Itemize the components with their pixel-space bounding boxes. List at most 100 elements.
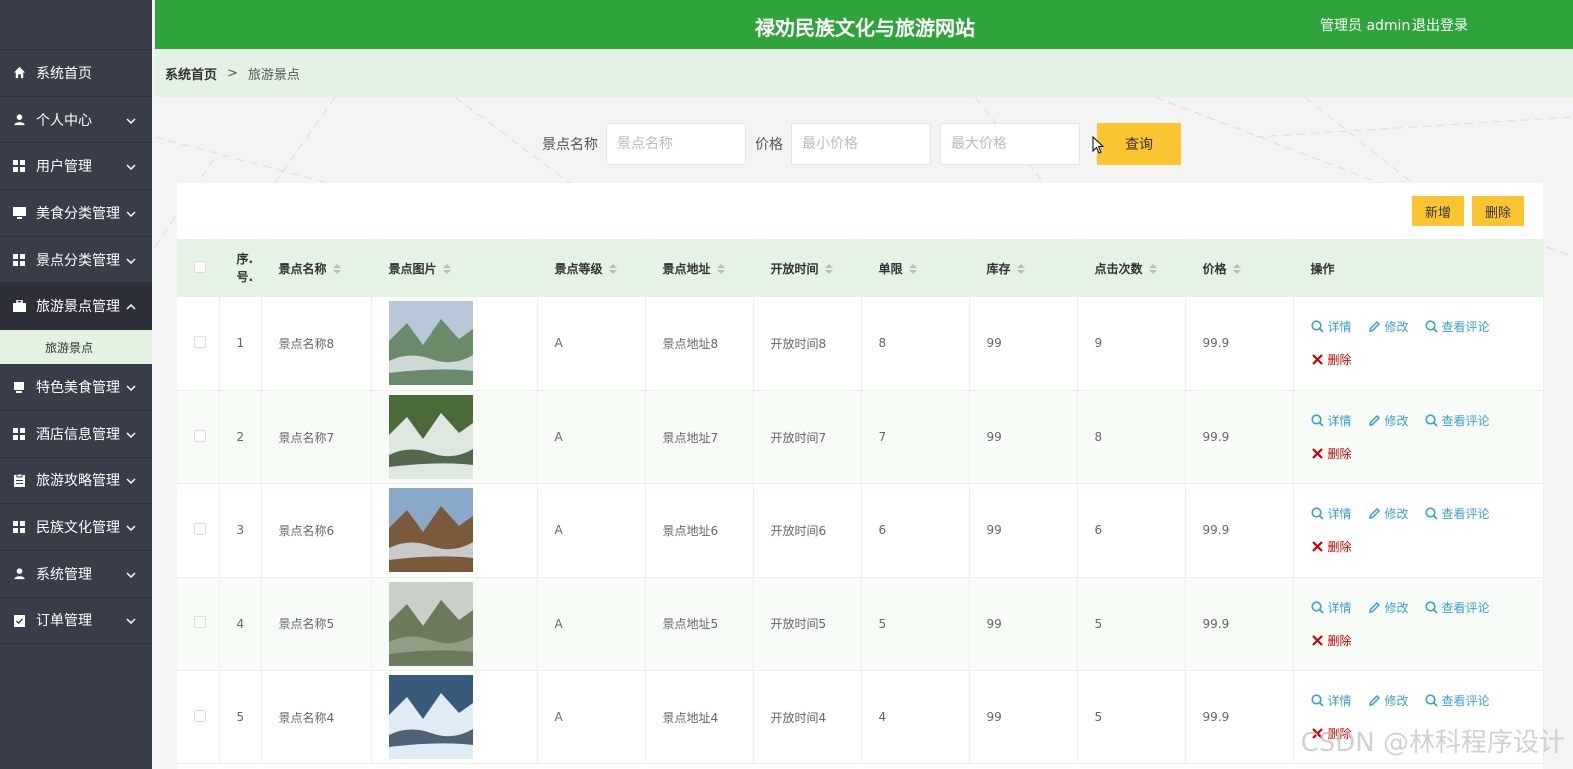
spot-image-cell [371, 390, 538, 485]
sidebar-item-label: 订单管理 [36, 613, 92, 630]
column-header-label: 景点名称 [278, 261, 327, 276]
sidebar-item-spot-category[interactable]: 景点分类管理 [0, 237, 152, 284]
sort-icon[interactable] [1232, 264, 1241, 274]
sidebar-item-label: 景点分类管理 [36, 252, 120, 269]
row-checkbox[interactable] [194, 522, 206, 535]
row-checkbox[interactable] [194, 616, 206, 629]
spot-image[interactable] [388, 301, 473, 386]
row-delete-button[interactable]: 删除 [1311, 632, 1352, 649]
sidebar-item-specialty-food[interactable]: 特色美食管理 [0, 364, 152, 411]
spot-limit: 4 [861, 670, 970, 765]
sidebar-item-food-category[interactable]: 美食分类管理 [0, 190, 152, 237]
sort-icon[interactable] [332, 264, 341, 274]
view-comments-button[interactable]: 查看评论 [1424, 505, 1490, 522]
detail-button[interactable]: 详情 [1310, 599, 1352, 616]
sidebar-item-personal[interactable]: 个人中心 [0, 97, 152, 144]
query-button[interactable]: 查询 [1097, 123, 1181, 165]
column-header-image[interactable]: 景点图片 [371, 239, 538, 297]
sidebar-item-home[interactable]: 系统首页 [0, 50, 152, 97]
spot-name-input[interactable] [606, 123, 746, 165]
row-checkbox[interactable] [194, 335, 206, 348]
column-header-address[interactable]: 景点地址 [645, 239, 754, 297]
spot-address: 景点地址4 [645, 670, 754, 765]
spot-grade: A [537, 670, 646, 765]
view-comments-button[interactable]: 查看评论 [1424, 692, 1490, 709]
delete-label: 删除 [1327, 540, 1352, 555]
spot-image[interactable] [388, 488, 473, 573]
grid-icon [12, 427, 26, 441]
row-select-cell [177, 390, 220, 485]
sidebar-item-hotel[interactable]: 酒店信息管理 [0, 411, 152, 458]
row-ops-cell: 详情 修改 查看评论 删除 [1293, 297, 1544, 391]
spot-limit: 6 [861, 483, 970, 578]
close-icon [1311, 541, 1323, 553]
column-header-price[interactable]: 价格 [1185, 239, 1294, 297]
edit-button[interactable]: 修改 [1368, 412, 1409, 429]
spot-image-cell [371, 577, 538, 672]
sort-icon[interactable] [716, 264, 725, 274]
column-header-stock[interactable]: 库存 [969, 239, 1078, 297]
spot-limit: 7 [861, 390, 970, 485]
row-checkbox[interactable] [194, 429, 206, 442]
sidebar-item-tourist-spots[interactable]: 旅游景点管理 [0, 283, 152, 331]
sort-icon[interactable] [1148, 264, 1157, 274]
view-comments-button[interactable]: 查看评论 [1424, 599, 1490, 616]
view-comments-button[interactable]: 查看评论 [1424, 412, 1490, 429]
breadcrumb: 系统首页 > 旅游景点 [155, 49, 1573, 97]
pencil-icon [1368, 601, 1380, 613]
pencil-icon [1368, 415, 1380, 427]
column-header-limit[interactable]: 单限 [861, 239, 970, 297]
sidebar-item-ethnic-culture[interactable]: 民族文化管理 [0, 504, 152, 551]
view-comments-button[interactable]: 查看评论 [1424, 318, 1490, 335]
spot-stock: 99 [969, 577, 1078, 672]
column-header-grade[interactable]: 景点等级 [537, 239, 646, 297]
select-all-checkbox[interactable] [194, 260, 206, 273]
delete-label: 删除 [1327, 633, 1352, 648]
detail-button[interactable]: 详情 [1310, 318, 1352, 335]
min-price-input[interactable] [791, 123, 931, 165]
sidebar-item-travel-guide[interactable]: 旅游攻略管理 [0, 458, 152, 505]
edit-button[interactable]: 修改 [1368, 599, 1409, 616]
sort-icon[interactable] [442, 264, 451, 274]
detail-label: 详情 [1327, 507, 1352, 522]
edit-button[interactable]: 修改 [1368, 692, 1409, 709]
spot-grade: A [537, 390, 646, 485]
detail-button[interactable]: 详情 [1310, 692, 1352, 709]
chevron-down-icon [126, 205, 136, 221]
sidebar-item-orders[interactable]: 订单管理 [0, 598, 152, 645]
column-header-clicks[interactable]: 点击次数 [1077, 239, 1186, 297]
delete-label: 删除 [1327, 353, 1352, 368]
sidebar-subitem-tourist-spot[interactable]: 旅游景点 [0, 330, 152, 365]
sort-icon[interactable] [824, 264, 833, 274]
add-button[interactable]: 新增 [1411, 196, 1464, 226]
row-delete-button[interactable]: 删除 [1311, 351, 1352, 368]
row-index: 1 [219, 297, 262, 391]
sort-icon[interactable] [908, 264, 917, 274]
spot-image[interactable] [388, 581, 473, 666]
clipboard-check-icon [12, 613, 26, 627]
row-checkbox[interactable] [194, 709, 206, 722]
row-delete-button[interactable]: 删除 [1311, 538, 1352, 555]
sort-icon[interactable] [608, 264, 617, 274]
max-price-input[interactable] [940, 123, 1080, 165]
spot-image[interactable] [388, 395, 473, 480]
spot-stock: 99 [969, 390, 1078, 485]
detail-button[interactable]: 详情 [1310, 505, 1352, 522]
breadcrumb-home[interactable]: 系统首页 [165, 64, 217, 83]
row-delete-button[interactable]: 删除 [1311, 445, 1352, 462]
edit-button[interactable]: 修改 [1368, 505, 1409, 522]
column-header-open-time[interactable]: 开放时间 [753, 239, 862, 297]
sidebar-item-system[interactable]: 系统管理 [0, 551, 152, 598]
sidebar-item-users[interactable]: 用户管理 [0, 143, 152, 191]
logout-link[interactable]: 退出登录 [1412, 15, 1468, 35]
column-header-name[interactable]: 景点名称 [261, 239, 372, 297]
detail-button[interactable]: 详情 [1310, 412, 1352, 429]
bulk-delete-button[interactable]: 删除 [1471, 196, 1524, 226]
spot-image[interactable] [388, 675, 473, 760]
spot-name: 景点名称5 [261, 577, 372, 672]
mouse-cursor-icon [1092, 136, 1104, 154]
edit-button[interactable]: 修改 [1368, 318, 1409, 335]
search-icon [1424, 601, 1438, 614]
sort-icon[interactable] [1016, 264, 1025, 274]
price-label: 价格 [755, 137, 783, 153]
